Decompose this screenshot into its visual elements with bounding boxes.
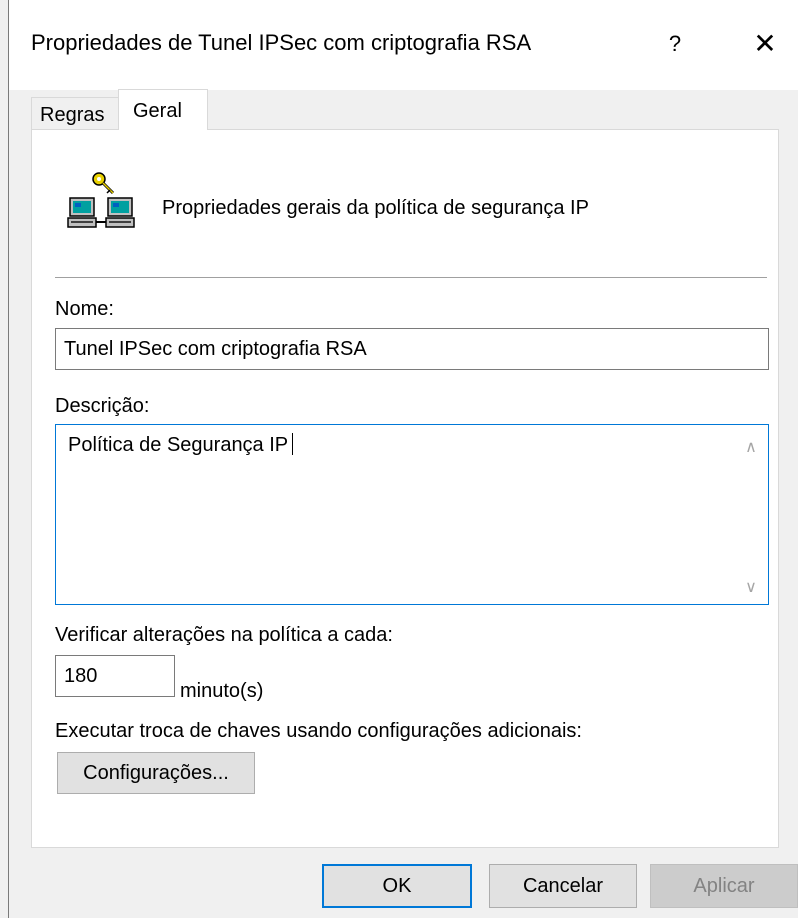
settings-button[interactable]: Configurações... — [57, 752, 255, 794]
ok-button[interactable]: OK — [322, 864, 472, 908]
cancel-button[interactable]: Cancelar — [489, 864, 637, 908]
check-interval-field[interactable] — [55, 655, 175, 697]
tab-geral[interactable]: Geral — [118, 89, 208, 130]
scroll-down-arrow-icon[interactable]: ∨ — [738, 575, 764, 601]
description-value: Política de Segurança IP — [68, 434, 289, 456]
general-properties-heading: Propriedades gerais da política de segur… — [162, 197, 589, 219]
scroll-up-arrow-icon[interactable]: ∧ — [738, 435, 764, 461]
description-text: Política de Segurança IP — [68, 433, 294, 457]
ip-security-policy-icon — [67, 172, 135, 228]
header-divider — [55, 277, 767, 278]
description-field[interactable]: Política de Segurança IP ∧ ∨ — [55, 424, 769, 605]
check-interval-label: Verificar alterações na política a cada: — [55, 624, 393, 646]
window-title: Propriedades de Tunel IPSec com criptogr… — [31, 30, 532, 55]
apply-button[interactable]: Aplicar — [650, 864, 798, 908]
properties-dialog: Propriedades de Tunel IPSec com criptogr… — [0, 0, 798, 918]
text-caret — [292, 433, 294, 455]
name-field[interactable] — [55, 328, 769, 370]
close-button[interactable]: ✕ — [742, 24, 788, 64]
check-interval-unit: minuto(s) — [180, 680, 264, 702]
tab-regras[interactable]: Regras — [31, 97, 120, 129]
name-label: Nome: — [55, 298, 114, 320]
description-label: Descrição: — [55, 395, 150, 417]
key-exchange-label: Executar troca de chaves usando configur… — [55, 720, 582, 742]
help-button[interactable]: ? — [655, 24, 695, 64]
